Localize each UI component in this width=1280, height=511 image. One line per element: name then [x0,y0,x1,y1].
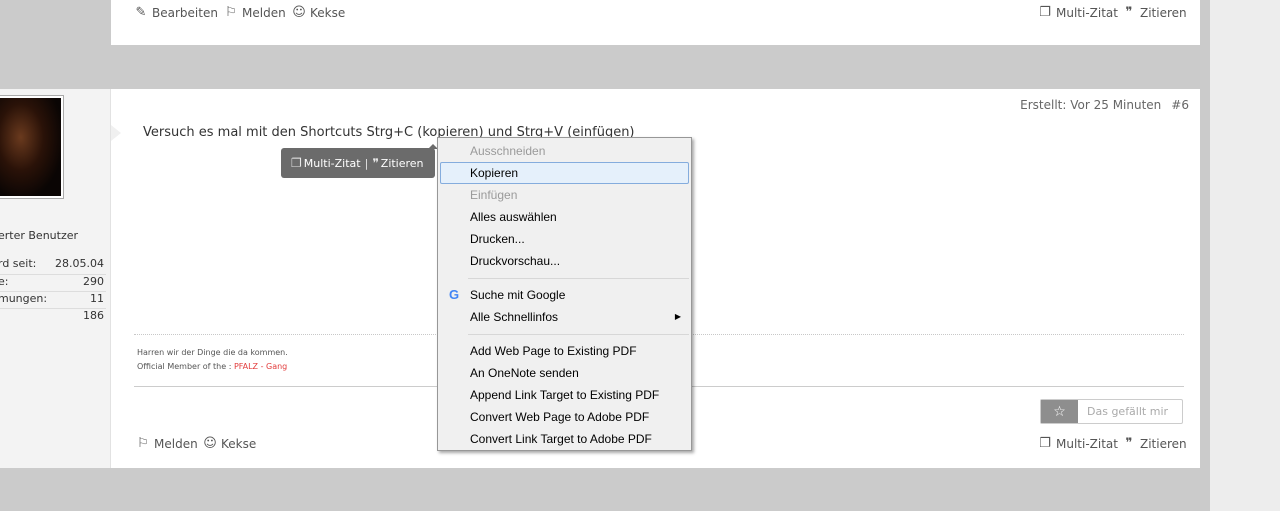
multi-quote-label: Multi-Zitat [1056,5,1118,20]
menu-item-send-onenote[interactable]: An OneNote senden [440,362,689,384]
star-icon: ☆ [1041,400,1078,423]
menu-item-print-preview[interactable]: Druckvorschau... [440,250,689,272]
stat-value: 11 [90,292,104,305]
menu-item-google-search[interactable]: G Suche mit Google [440,284,689,306]
submenu-arrow-icon: ▶ [674,312,681,321]
menu-separator [468,278,689,279]
google-icon: G [448,287,460,302]
menu-item-append-link-pdf[interactable]: Append Link Target to Existing PDF [440,384,689,406]
stat-value: 186 [83,309,104,322]
multi-quote-label: Multi-Zitat [1056,436,1118,451]
quote-button[interactable]: ❞ Zitieren [1121,436,1187,451]
stat-value: 290 [83,275,104,288]
stat-value: 28.05.04 [55,257,104,270]
cookie-label: Kekse [221,436,257,451]
multi-quote-button[interactable]: ❐ Multi-Zitat [1037,436,1118,451]
user-sidebar: erter Benutzer rd seit: 28.05.04 e: 290 … [0,89,111,468]
cookie-button[interactable]: ☺ Kekse [291,5,345,20]
multi-quote-button[interactable]: ❐ Multi-Zitat [1037,5,1118,20]
menu-separator [468,334,689,335]
user-stat-row: mungen: 11 [0,291,106,307]
quote-label: Zitieren [1140,436,1187,451]
signature-link[interactable]: PFALZ - Gang [234,362,287,371]
page-scroll-gutter [1210,0,1280,511]
menu-item-label: Suche mit Google [470,288,566,302]
report-button[interactable]: ⚐ Melden [223,5,286,20]
menu-item-label: Alle Schnellinfos [470,310,559,324]
edit-label: Bearbeiten [152,5,218,20]
post-number-link[interactable]: #6 [1171,98,1189,112]
menu-item-convert-page-pdf[interactable]: Convert Web Page to Adobe PDF [440,406,689,428]
edit-button[interactable]: ✎ Bearbeiten [133,5,218,20]
cookie-icon: ☺ [292,5,306,20]
cookie-button[interactable]: ☺ Kekse [202,436,256,451]
popup-multi-quote-button[interactable]: Multi-Zitat [304,157,361,170]
signature-line: Harren wir der Dinge die da kommen. [137,348,288,357]
quote-icon: ❞ [1125,5,1133,20]
menu-item-copy[interactable]: Kopieren [440,162,689,184]
previous-post-footer: ✎ Bearbeiten ⚐ Melden ☺ Kekse ❐ Multi-Zi… [111,0,1200,45]
quote-icon: ❞ [1125,436,1133,451]
menu-item-add-to-pdf[interactable]: Add Web Page to Existing PDF [440,340,689,362]
pencil-icon: ✎ [135,5,147,20]
like-button[interactable]: ☆ Das gefällt mir [1040,399,1183,424]
like-label: Das gefällt mir [1087,405,1169,418]
cookie-label: Kekse [310,5,346,20]
quote-icon: ❞ [372,156,379,170]
signature-text: Official Member of the : [137,362,234,371]
popup-quote-button[interactable]: Zitieren [381,157,424,170]
post-meta: Erstellt: Vor 25 Minuten #6 [1020,98,1189,112]
menu-item-select-all[interactable]: Alles auswählen [440,206,689,228]
report-label: Melden [154,436,198,451]
user-rank: erter Benutzer [0,229,79,242]
quote-button[interactable]: ❞ Zitieren [1121,5,1187,20]
avatar-image [0,98,61,196]
context-menu: Ausschneiden Kopieren Einfügen Alles aus… [437,137,692,451]
multi-quote-icon: ❐ [291,156,302,170]
user-stat-row: e: 290 [0,274,106,290]
signature: Harren wir der Dinge die da kommen. Offi… [137,346,288,374]
cookie-icon: ☺ [203,436,217,451]
menu-item-convert-link-pdf[interactable]: Convert Link Target to Adobe PDF [440,428,689,450]
user-stat-row: 186 [0,308,106,324]
avatar[interactable] [0,95,64,199]
stat-label: mungen: [0,292,48,305]
popup-separator: | [364,156,369,170]
multi-quote-icon: ❐ [1039,436,1051,451]
report-label: Melden [242,5,286,20]
menu-item-paste[interactable]: Einfügen [440,184,689,206]
menu-item-cut[interactable]: Ausschneiden [440,140,689,162]
signature-line: Official Member of the : PFALZ - Gang [137,360,288,374]
multi-quote-icon: ❐ [1039,5,1051,20]
report-icon: ⚐ [225,5,237,20]
post-pointer [111,125,121,141]
stat-label: rd seit: [0,257,37,270]
stat-label: e: [0,275,9,288]
created-time: Erstellt: Vor 25 Minuten [1020,98,1162,112]
menu-item-print[interactable]: Drucken... [440,228,689,250]
report-icon: ⚐ [137,436,149,451]
report-button[interactable]: ⚐ Melden [135,436,198,451]
user-stat-row: rd seit: 28.05.04 [0,257,106,273]
selection-quote-popup: ❐ Multi-Zitat | ❞ Zitieren [281,148,435,178]
quote-label: Zitieren [1140,5,1187,20]
menu-item-accelerators[interactable]: Alle Schnellinfos ▶ [440,306,689,328]
